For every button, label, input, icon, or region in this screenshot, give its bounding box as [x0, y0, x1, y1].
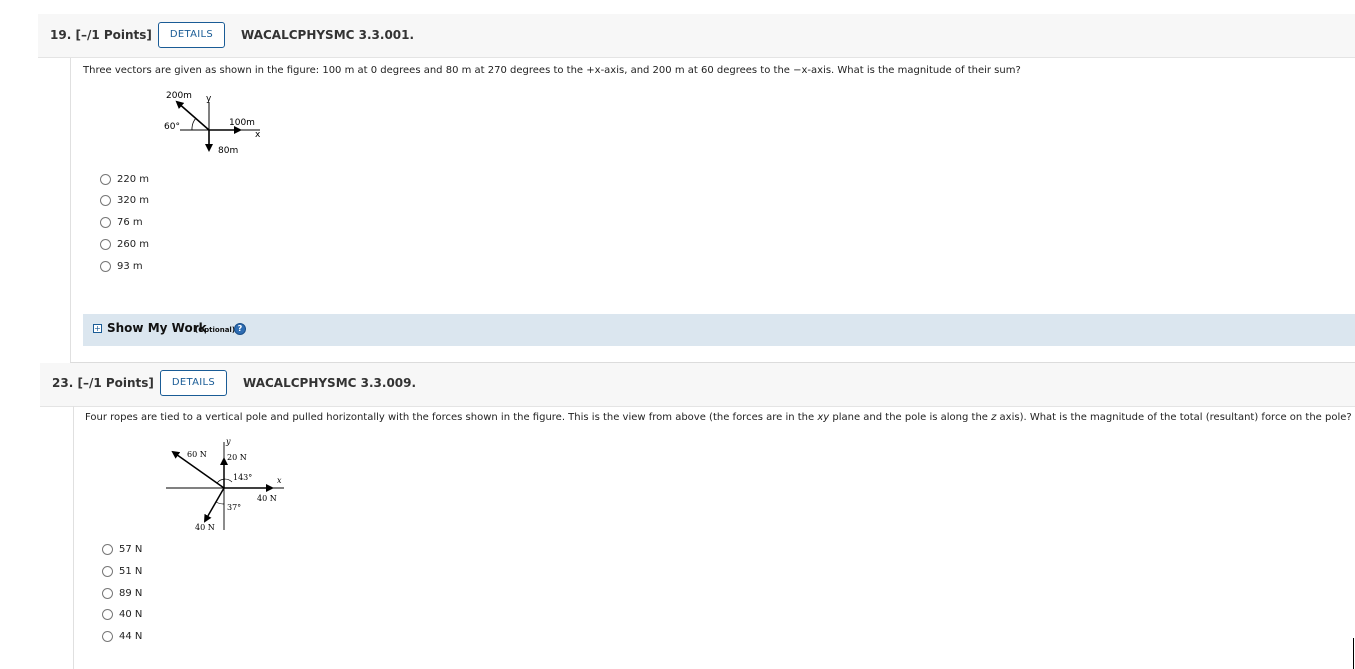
- help-icon[interactable]: ?: [234, 323, 246, 335]
- question-number: 19. [–/1 Points]: [50, 28, 152, 42]
- radio-button[interactable]: [100, 261, 111, 272]
- radio-button[interactable]: [102, 544, 113, 555]
- show-my-work-label[interactable]: Show My Work: [107, 321, 207, 335]
- show-my-work-bar[interactable]: + Show My Work (Optional) ?: [83, 314, 1355, 346]
- question-points: [–/1 Points]: [77, 376, 154, 390]
- text-cursor: [1353, 638, 1354, 669]
- vector-figure: 200m y 60° 100m x 80m: [164, 91, 261, 156]
- label-60N: 60 N: [187, 450, 207, 459]
- label-x-axis: x: [255, 130, 261, 140]
- details-button[interactable]: DETAILS: [158, 22, 225, 48]
- option-label: 320 m: [117, 195, 150, 206]
- label-100m: 100m: [229, 118, 255, 128]
- question-number: 23. [–/1 Points]: [52, 376, 154, 390]
- option-label: 57 N: [119, 544, 143, 555]
- radio-button[interactable]: [100, 195, 111, 206]
- option-label: 44 N: [119, 631, 143, 642]
- question-code: WACALCPHYSMC 3.3.001.: [241, 28, 415, 42]
- radio-button[interactable]: [102, 588, 113, 599]
- radio-button[interactable]: [100, 174, 111, 185]
- expand-icon[interactable]: +: [93, 324, 102, 333]
- label-60-degrees: 60°: [164, 122, 180, 132]
- question-prompt: Four ropes are tied to a vertical pole a…: [85, 412, 1352, 423]
- question-code: WACALCPHYSMC 3.3.009.: [243, 376, 417, 390]
- radio-button[interactable]: [100, 239, 111, 250]
- question-header: 23. [–/1 Points] DETAILS WACALCPHYSMC 3.…: [40, 363, 1355, 407]
- option-label: 40 N: [119, 609, 143, 620]
- label-80m: 80m: [218, 146, 238, 156]
- question-body: [73, 406, 74, 669]
- details-button[interactable]: DETAILS: [160, 370, 227, 396]
- label-y-axis: y: [206, 94, 212, 104]
- label-143-degrees: 143°: [233, 473, 252, 482]
- option-label: 76 m: [117, 217, 143, 228]
- label-40N-right: 40 N: [257, 494, 277, 503]
- option-label: 93 m: [117, 261, 143, 272]
- option-label: 51 N: [119, 566, 143, 577]
- option-label: 220 m: [117, 174, 150, 185]
- radio-button[interactable]: [102, 631, 113, 642]
- optional-label: (Optional): [195, 326, 236, 334]
- force-figure: y 60 N 20 N 143° x 40 N 37° 40 N: [166, 437, 284, 532]
- label-40N-bottom: 40 N: [195, 523, 215, 532]
- radio-button[interactable]: [102, 566, 113, 577]
- label-37-degrees: 37°: [227, 503, 241, 512]
- option-label: 89 N: [119, 588, 143, 599]
- label-20N: 20 N: [227, 453, 247, 462]
- option-label: 260 m: [117, 239, 150, 250]
- question-body: [70, 58, 71, 362]
- label-x-axis: x: [277, 476, 282, 485]
- label-y-axis: y: [225, 437, 231, 446]
- radio-button[interactable]: [102, 609, 113, 620]
- question-header: 19. [–/1 Points] DETAILS WACALCPHYSMC 3.…: [38, 14, 1355, 58]
- question-points: [–/1 Points]: [75, 28, 152, 42]
- label-200m: 200m: [166, 91, 192, 101]
- radio-button[interactable]: [100, 217, 111, 228]
- question-prompt: Three vectors are given as shown in the …: [83, 65, 1021, 76]
